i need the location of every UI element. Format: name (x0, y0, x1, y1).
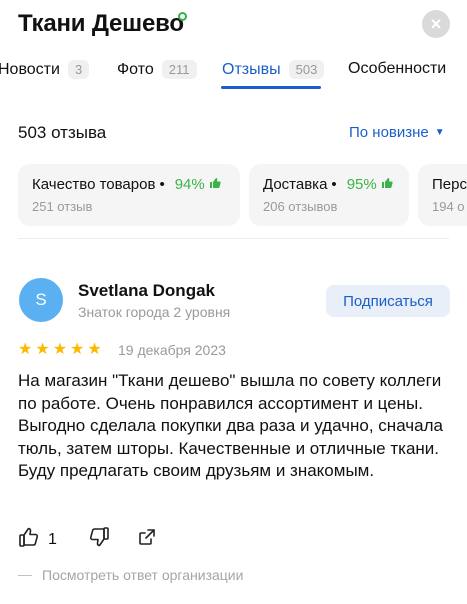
org-reply-label: Посмотреть ответ организации (42, 567, 244, 583)
rating-card-title: Качество товаров (32, 176, 156, 193)
share-icon (137, 529, 157, 551)
star-icon: ★ (52, 341, 68, 358)
subscribe-button[interactable]: Подписаться (326, 285, 450, 317)
star-icon: ★ (70, 341, 85, 358)
tab-photo-count: 211 (161, 60, 197, 79)
thumbs-up-icon (209, 176, 221, 193)
rating-card-percent: 95% (346, 176, 377, 193)
star-icon: ★ (35, 341, 50, 358)
rating-card-quality[interactable]: Качество товаров • 94% 251 отзыв (18, 164, 240, 226)
rating-card-title: Перс (432, 176, 467, 193)
like-count: 1 (48, 530, 57, 548)
sort-dropdown[interactable]: По новизне ▼ (349, 124, 445, 141)
tab-photo[interactable]: Фото 211 (117, 60, 197, 79)
chevron-down-icon: ▼ (434, 127, 445, 138)
rating-card-sub: 206 отзывов (263, 199, 338, 214)
verified-icon (178, 12, 187, 21)
rating-card-personnel[interactable]: Перс 194 о (418, 164, 467, 226)
tab-photo-label: Фото (117, 60, 154, 78)
org-reply-link[interactable]: Посмотреть ответ организации (18, 567, 243, 583)
tab-news[interactable]: Новости 3 (0, 60, 90, 79)
active-tab-indicator (221, 86, 321, 89)
author-level: Знаток города 2 уровня (78, 304, 231, 320)
tab-reviews-count: 503 (288, 60, 325, 79)
star-icon: ★ (87, 341, 102, 358)
dash-divider (18, 574, 32, 576)
tab-features-label: Особенности (348, 60, 447, 77)
page-title: Ткани Дешево (18, 10, 184, 37)
share-button[interactable] (137, 527, 157, 552)
close-button[interactable]: × (422, 10, 450, 38)
star-rating: ★ ★ ★ ★ ★ (18, 342, 102, 358)
rating-card-title: Доставка (263, 176, 328, 193)
rating-card-sub: 251 отзыв (32, 199, 93, 214)
thumbs-up-icon (18, 526, 40, 553)
rating-card-delivery[interactable]: Доставка • 95% 206 отзывов (249, 164, 409, 226)
rating-card-sub: 194 о (432, 199, 465, 214)
tab-reviews[interactable]: Отзывы 503 (222, 60, 325, 79)
review-date: 19 декабря 2023 (118, 342, 226, 358)
like-button[interactable]: 1 (18, 526, 57, 553)
dislike-button[interactable] (88, 526, 110, 553)
author-name[interactable]: Svetlana Dongak (78, 281, 215, 301)
tab-features[interactable]: Особенности (348, 60, 446, 78)
tab-news-count: 3 (67, 60, 90, 79)
tab-news-label: Новости (0, 60, 60, 78)
star-icon: ★ (18, 341, 33, 358)
reviews-count-title: 503 отзыва (18, 123, 107, 142)
thumbs-up-icon (381, 176, 393, 193)
thumbs-down-icon (88, 527, 110, 552)
divider (18, 238, 449, 239)
sort-label: По новизне (349, 124, 429, 141)
tab-reviews-label: Отзывы (222, 60, 281, 78)
rating-card-percent: 94% (174, 176, 205, 193)
review-text: На магазин "Ткани дешево" вышла по совет… (18, 371, 443, 480)
avatar[interactable]: S (19, 278, 63, 322)
